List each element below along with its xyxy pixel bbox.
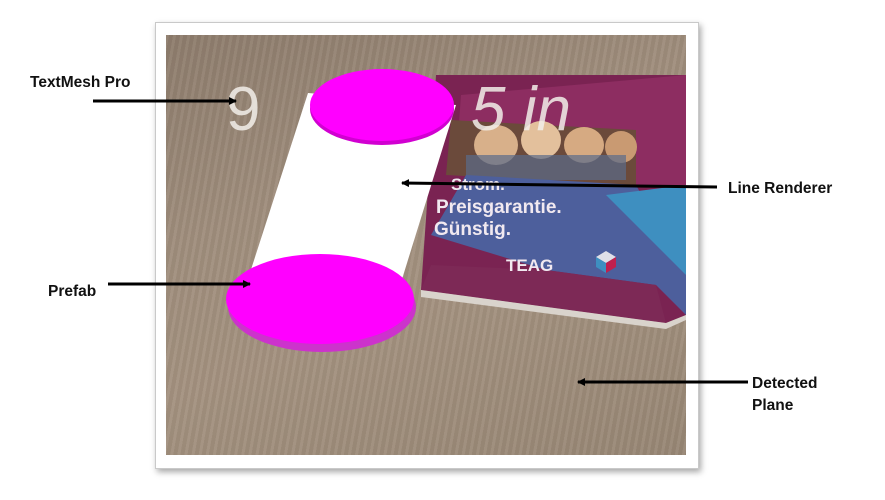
ar-camera-view: Strom. Preisgarantie. Günstig. TEAG 9 5 … xyxy=(166,35,686,455)
label-prefab: Prefab xyxy=(48,283,97,300)
label-detected: Detected xyxy=(752,375,818,392)
prefab-bottom xyxy=(226,254,416,352)
brochure-brand: TEAG xyxy=(506,256,553,275)
brochure-text-2: Preisgarantie. xyxy=(436,197,562,218)
textmesh-digit: 9 xyxy=(226,75,260,144)
brochure-text-1: Strom. xyxy=(451,175,505,194)
ar-scene: Strom. Preisgarantie. Günstig. TEAG 9 5 … xyxy=(226,69,686,352)
textmesh-tail: 5 in xyxy=(471,75,571,144)
label-textmesh-pro: TextMesh Pro xyxy=(30,74,131,91)
screenshot-frame: Strom. Preisgarantie. Günstig. TEAG 9 5 … xyxy=(155,22,699,469)
brochure-text-3: Günstig. xyxy=(434,219,511,240)
label-plane: Plane xyxy=(752,397,794,414)
prefab-top xyxy=(310,69,454,145)
label-line-renderer: Line Renderer xyxy=(728,180,833,197)
